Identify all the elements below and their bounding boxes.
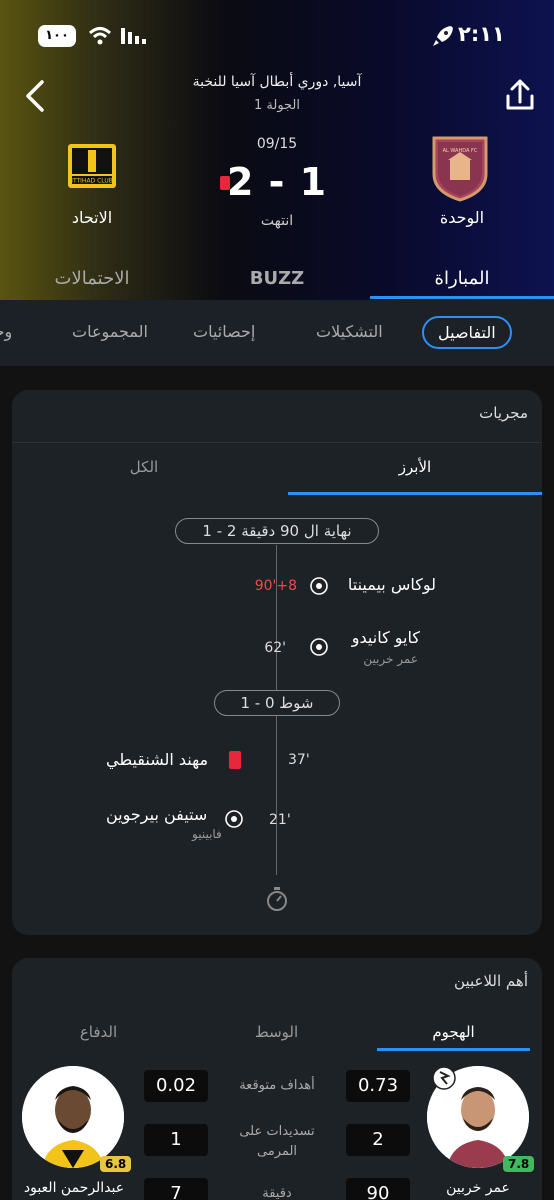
- away-stat-value: 0.02: [144, 1070, 208, 1102]
- tab-odds[interactable]: الاحتمالات: [0, 268, 184, 289]
- stopwatch-icon: [267, 887, 287, 911]
- status-bar: ١٠٠ ٢:١١: [0, 22, 554, 52]
- home-player-name[interactable]: عمر خربين: [408, 1180, 542, 1196]
- tab-defense[interactable]: الدفاع: [22, 1023, 175, 1041]
- away-player-name[interactable]: عبدالرحمن العبود: [12, 1180, 144, 1196]
- tab-midfield[interactable]: الوسط: [200, 1023, 353, 1041]
- tab-all[interactable]: الكل: [12, 458, 276, 476]
- sub-tabs: التفاصيل التشكيلات إحصائيات المجموعات وج…: [0, 300, 554, 366]
- away-team-name[interactable]: الاتحاد: [30, 208, 154, 227]
- subtab-groups[interactable]: المجموعات: [72, 322, 148, 341]
- rocket-icon: [433, 26, 453, 46]
- stat-label: تسديدات على المرمى: [239, 1124, 315, 1159]
- al-wahda-logo-icon[interactable]: AL WAHDA FC: [430, 134, 490, 202]
- away-stat-value: 1: [144, 1124, 208, 1156]
- events-card: مجريات الأبرز الكل نهاية ال 90 دقيقة 2 -…: [12, 390, 542, 935]
- event-player[interactable]: ستيفن بيرجوين: [106, 805, 207, 824]
- event-minute: 62': [264, 640, 286, 656]
- active-tab-indicator: [377, 1048, 530, 1051]
- event-minute: 21': [269, 812, 291, 828]
- player-tabs: الهجوم الوسط الدفاع: [12, 1008, 542, 1058]
- goal-icon: [310, 577, 328, 595]
- event-player[interactable]: مهند الشنقيطي: [106, 750, 208, 769]
- subtab-details[interactable]: التفاصيل: [422, 316, 512, 349]
- share-button[interactable]: [502, 76, 538, 116]
- home-team-name[interactable]: الوحدة: [400, 208, 524, 227]
- tab-match[interactable]: المباراة: [370, 268, 554, 289]
- battery-indicator: ١٠٠: [38, 25, 76, 47]
- card-title: مجريات: [479, 404, 528, 422]
- match-header: ١٠٠ ٢:١١ آسيا, دوري أبطال آسيا للنخبة ال…: [0, 0, 554, 300]
- red-card-icon: [229, 751, 241, 769]
- ittihad-logo-icon[interactable]: ITTIHAD CLUB: [66, 140, 118, 192]
- goal-icon: [310, 638, 328, 656]
- star-player-icon: [432, 1066, 456, 1090]
- match-status: انتهت: [260, 213, 294, 229]
- wifi-icon: [88, 27, 112, 45]
- timeline-line: [276, 545, 277, 690]
- event-minute: 37': [288, 752, 310, 768]
- signal-icon: [121, 28, 146, 44]
- tab-attack[interactable]: الهجوم: [377, 1023, 530, 1041]
- active-tab-indicator: [288, 492, 542, 495]
- clock: ٢:١١: [458, 22, 505, 46]
- event-minute: 90'+8: [254, 578, 297, 594]
- home-player-rating: 7.8: [503, 1156, 535, 1172]
- back-button[interactable]: [18, 76, 54, 116]
- event-player[interactable]: لوكاس بيمينتا: [348, 575, 436, 594]
- home-stat-value: 90: [346, 1178, 410, 1200]
- subtab-lineups[interactable]: التشكيلات: [316, 322, 383, 341]
- subtab-stats[interactable]: إحصائيات: [193, 322, 255, 341]
- main-tabs: المباراة BUZZ الاحتمالات: [0, 262, 554, 300]
- match-score: 2 - 1: [226, 160, 328, 204]
- home-stat-value: 2: [346, 1124, 410, 1156]
- round-label: الجولة 1: [253, 98, 301, 113]
- half-time-marker: شوط 0 - 1: [214, 690, 340, 716]
- svg-text:ITTIHAD CLUB: ITTIHAD CLUB: [71, 178, 113, 185]
- away-player-rating: 6.8: [100, 1156, 132, 1172]
- full-time-marker: نهاية ال 90 دقيقة 2 - 1: [175, 518, 379, 544]
- events-tabs: الأبرز الكل: [12, 442, 542, 495]
- stat-label: أهداف متوقعة: [239, 1078, 315, 1093]
- top-players-card: أهم اللاعبين الهجوم الوسط الدفاع 6.8 عبد…: [12, 958, 542, 1200]
- away-player-avatar[interactable]: [22, 1066, 124, 1168]
- league-name[interactable]: آسيا, دوري أبطال آسيا للنخبة: [120, 74, 434, 90]
- away-stat-value: 7: [144, 1178, 208, 1200]
- home-stat-value: 0.73: [346, 1070, 410, 1102]
- card-title: أهم اللاعبين: [454, 972, 528, 990]
- tab-buzz[interactable]: BUZZ: [185, 268, 369, 289]
- event-assist: عمر خربين: [363, 652, 418, 666]
- stat-label: دقيقة: [262, 1186, 292, 1200]
- match-date: 09/15: [256, 136, 298, 152]
- event-player[interactable]: كايو كانيدو: [352, 628, 420, 647]
- timeline-line: [276, 715, 277, 875]
- subtab-more[interactable]: وجه: [0, 322, 12, 341]
- tab-highlights[interactable]: الأبرز: [288, 458, 542, 476]
- event-assist: فابينيو: [192, 827, 222, 841]
- goal-icon: [225, 810, 243, 828]
- active-tab-indicator: [370, 296, 554, 299]
